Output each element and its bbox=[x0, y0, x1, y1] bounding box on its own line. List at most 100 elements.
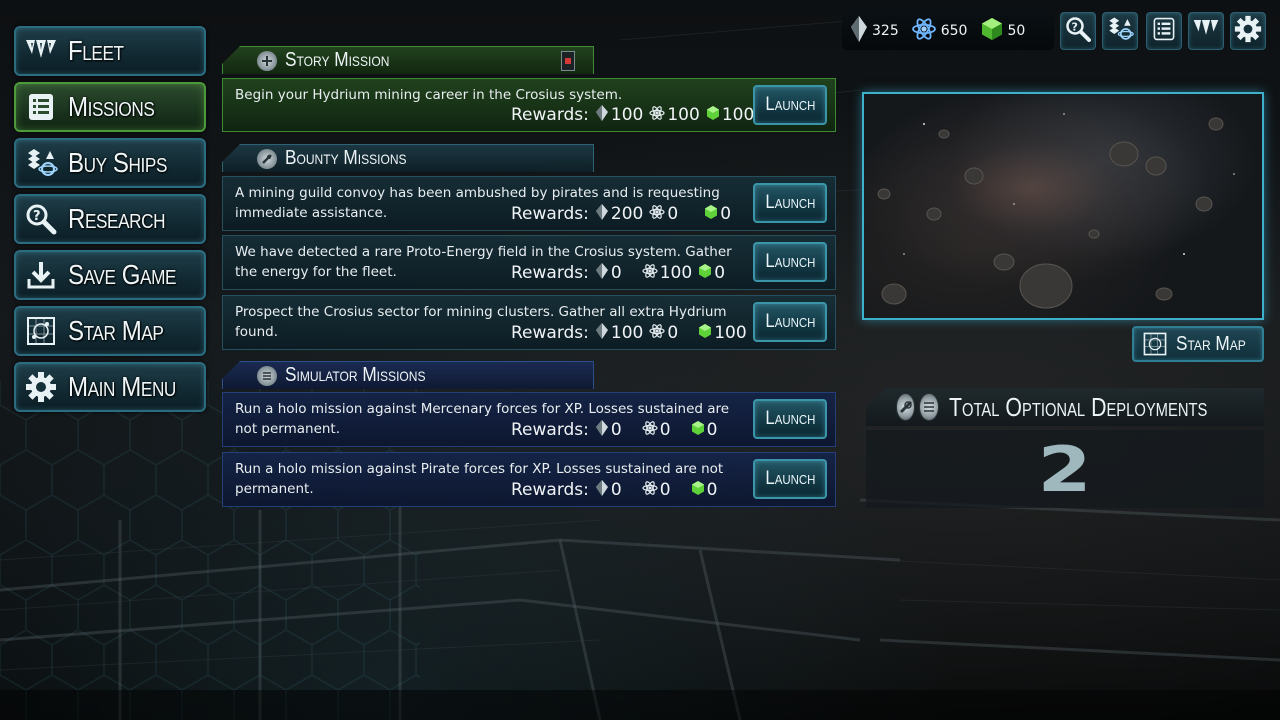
star-map-button-label: Star Map bbox=[1176, 332, 1246, 355]
hydrium-icon bbox=[698, 323, 712, 344]
missions-list-icon bbox=[22, 88, 60, 126]
launch-button[interactable]: Launch bbox=[753, 459, 827, 499]
reward-hydrium-value: 0 bbox=[714, 263, 726, 283]
simulator-mission-icon bbox=[919, 393, 939, 421]
launch-button[interactable]: Launch bbox=[753, 242, 827, 282]
hydrium-icon bbox=[691, 480, 705, 501]
hydrium-amount: 50 bbox=[1007, 23, 1026, 39]
simulator-missions-title: Simulator Missions bbox=[285, 364, 426, 386]
launch-label: Launch bbox=[765, 408, 815, 429]
save-download-icon bbox=[22, 256, 60, 294]
simulator-missions-header: Simulator Missions bbox=[222, 361, 594, 389]
deployments-count: 2 bbox=[1038, 432, 1092, 506]
asteroid-field-image bbox=[877, 113, 1235, 309]
reward-crystal-value: 0 bbox=[610, 263, 622, 283]
nav-save-game-button[interactable]: Save Game bbox=[14, 250, 206, 300]
hydrium-icon bbox=[698, 263, 712, 284]
star-map-button[interactable]: Star Map bbox=[1132, 326, 1264, 362]
atom-icon bbox=[642, 420, 658, 441]
nav-fleet-button[interactable]: Fleet bbox=[14, 26, 206, 76]
crystal-icon bbox=[595, 479, 609, 501]
reward-atom-value: 0 bbox=[659, 420, 671, 440]
star-map-icon bbox=[22, 312, 60, 350]
mission-rewards: Rewards: 0 100 0 bbox=[511, 261, 731, 285]
rewards-label: Rewards: bbox=[511, 204, 589, 224]
crystal-icon bbox=[595, 262, 609, 284]
rank-badge-icon bbox=[561, 51, 575, 71]
story-mission-header: Story Mission bbox=[222, 46, 594, 74]
reward-crystal-value: 0 bbox=[610, 420, 622, 440]
atom-icon bbox=[649, 204, 665, 225]
atom-icon bbox=[649, 105, 665, 126]
atom-icon bbox=[649, 323, 665, 344]
top-missions-button[interactable] bbox=[1146, 12, 1182, 50]
svg-text:?: ? bbox=[1072, 21, 1078, 34]
reward-hydrium-value: 0 bbox=[720, 204, 732, 224]
launch-button[interactable]: Launch bbox=[753, 85, 827, 125]
launch-label: Launch bbox=[765, 192, 815, 213]
missions-list-icon bbox=[1152, 16, 1176, 46]
crystal-icon bbox=[595, 322, 609, 344]
bounty-missions-title: Bounty Missions bbox=[285, 147, 407, 169]
reward-crystal-value: 200 bbox=[610, 204, 644, 224]
bounty-missions-header: Bounty Missions bbox=[222, 144, 594, 172]
launch-label: Launch bbox=[765, 468, 815, 489]
hydrium-icon bbox=[706, 105, 720, 126]
atom-icon bbox=[642, 263, 658, 284]
reward-hydrium-value: 100 bbox=[714, 323, 747, 343]
launch-label: Launch bbox=[765, 94, 815, 115]
reward-atom-value: 100 bbox=[667, 105, 700, 125]
resource-bar: 325 650 50 bbox=[842, 12, 1054, 50]
top-fleet-button[interactable] bbox=[1188, 12, 1224, 50]
fleet-icon bbox=[22, 32, 60, 70]
reward-atom-value: 0 bbox=[667, 323, 679, 343]
atom-icon bbox=[911, 16, 937, 46]
crystal-icon bbox=[850, 16, 868, 46]
nav-main-menu-label: Main Menu bbox=[68, 371, 176, 402]
bounty-mission-icon bbox=[896, 393, 916, 421]
mission-rewards: Rewards: 0 0 0 bbox=[511, 478, 723, 502]
launch-label: Launch bbox=[765, 251, 815, 272]
deployments-header: Total Optional Deployments bbox=[866, 388, 1264, 426]
reward-crystal-value: 100 bbox=[610, 323, 644, 343]
rewards-label: Rewards: bbox=[511, 480, 589, 500]
nav-main-menu-button[interactable]: Main Menu bbox=[14, 362, 206, 412]
nav-missions-button[interactable]: Missions bbox=[14, 82, 206, 132]
mission-row: We have detected a rare Proto-Energy fie… bbox=[222, 235, 836, 290]
top-settings-button[interactable] bbox=[1230, 12, 1266, 50]
nav-research-button[interactable]: ? Research bbox=[14, 194, 206, 244]
simulator-mission-icon bbox=[257, 365, 277, 386]
bounty-mission-icon bbox=[257, 148, 277, 169]
top-buy-ships-button[interactable] bbox=[1102, 12, 1138, 50]
reward-crystal-value: 100 bbox=[610, 105, 644, 125]
reward-crystal-value: 0 bbox=[610, 480, 622, 500]
nav-missions-label: Missions bbox=[68, 91, 155, 122]
mission-description: Begin your Hydrium mining career in the … bbox=[235, 87, 623, 103]
launch-button[interactable]: Launch bbox=[753, 399, 827, 439]
launch-button[interactable]: Launch bbox=[753, 302, 827, 342]
launch-label: Launch bbox=[765, 311, 815, 332]
rewards-label: Rewards: bbox=[511, 420, 589, 440]
reward-hydrium-value: 0 bbox=[706, 420, 718, 440]
rewards-label: Rewards: bbox=[511, 105, 589, 125]
reward-hydrium-value: 0 bbox=[706, 480, 718, 500]
top-research-button[interactable]: ? bbox=[1060, 12, 1096, 50]
buy-ships-icon bbox=[1106, 15, 1134, 47]
rewards-label: Rewards: bbox=[511, 323, 589, 343]
mission-rewards: Rewards: 100 100 100 bbox=[511, 103, 760, 127]
launch-button[interactable]: Launch bbox=[753, 183, 827, 223]
atom-icon bbox=[642, 480, 658, 501]
nav-star-map-button[interactable]: Star Map bbox=[14, 306, 206, 356]
mission-row: Begin your Hydrium mining career in the … bbox=[222, 78, 836, 132]
hydrium-icon bbox=[981, 17, 1003, 45]
atom-amount: 650 bbox=[940, 23, 968, 39]
sector-map-preview[interactable] bbox=[862, 92, 1264, 320]
nav-buy-ships-button[interactable]: Buy Ships bbox=[14, 138, 206, 188]
story-mission-icon bbox=[257, 50, 277, 71]
fleet-icon bbox=[1192, 16, 1220, 46]
deployments-title: Total Optional Deployments bbox=[948, 391, 1208, 422]
hydrium-icon bbox=[704, 204, 718, 225]
nav-save-game-label: Save Game bbox=[68, 259, 177, 290]
reward-atom-value: 100 bbox=[659, 263, 693, 283]
buy-ships-icon bbox=[22, 144, 60, 182]
